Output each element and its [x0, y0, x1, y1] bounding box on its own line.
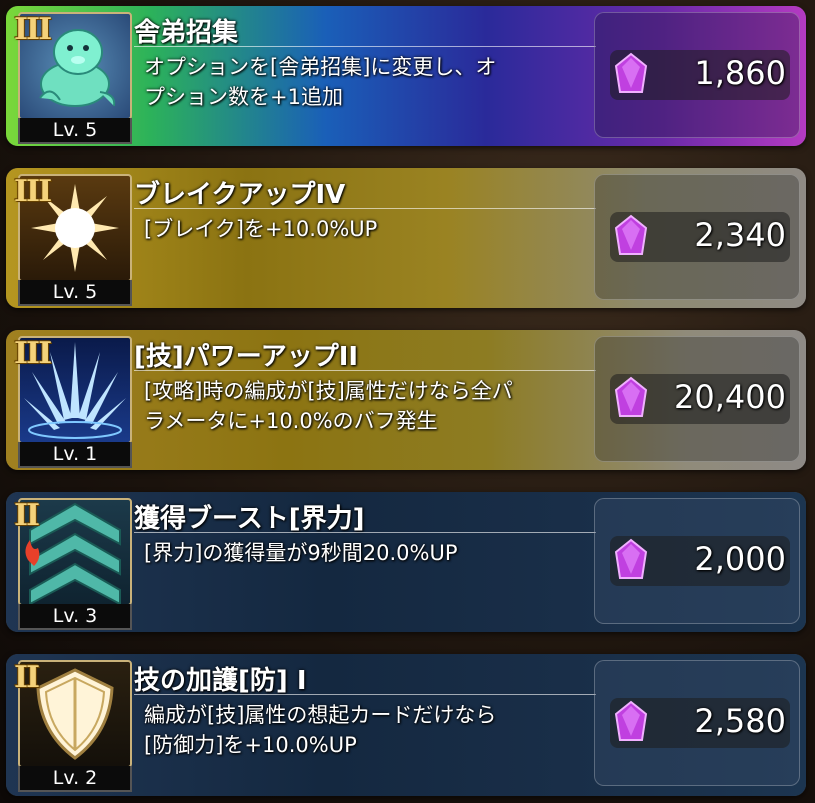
desc-line: [ブレイク]を+10.0%UP: [144, 217, 378, 241]
desc-line: ラメータに+10.0%のバフ発生: [144, 409, 438, 433]
divider: [134, 208, 596, 209]
desc-line: オプションを[舎弟招集]に変更し、オ: [144, 55, 497, 79]
desc-line: プション数を+1追加: [144, 85, 343, 109]
level-label: Lv. 5: [18, 280, 132, 306]
level-label: Lv. 2: [18, 766, 132, 792]
divider: [134, 370, 596, 371]
skill-title: ブレイクアップIV: [134, 180, 346, 210]
skill-description: 編成が[技]属性の想起カードだけなら [防御力]を+10.0%UP: [144, 700, 594, 760]
rank-badge: III: [14, 336, 52, 371]
skill-title: [技]パワーアップII: [134, 342, 359, 372]
cost-value: 2,580: [694, 702, 786, 740]
skill-card-3[interactable]: III Lv. 1 [技]パワーアップII [攻略]時の編成が[技]属性だけなら…: [6, 330, 806, 470]
skill-title: 舎弟招集: [134, 18, 239, 48]
skill-card-1[interactable]: III Lv. 5 舎弟招集 オプションを[舎弟招集]に変更し、オ プション数を…: [6, 6, 806, 146]
desc-line: [防御力]を+10.0%UP: [144, 733, 357, 757]
skill-description: [攻略]時の編成が[技]属性だけなら全パ ラメータに+10.0%のバフ発生: [144, 376, 594, 436]
gem-icon: [614, 214, 648, 255]
cost-value: 2,340: [694, 216, 786, 254]
divider: [134, 532, 596, 533]
gem-icon: [614, 538, 648, 579]
cost-value: 1,860: [694, 54, 786, 92]
level-label: Lv. 1: [18, 442, 132, 468]
skill-card-2[interactable]: III Lv. 5 ブレイクアップIV [ブレイク]を+10.0%UP 2,34…: [6, 168, 806, 308]
desc-line: 編成が[技]属性の想起カードだけなら: [144, 703, 497, 727]
gem-icon: [614, 700, 648, 741]
cost-value: 2,000: [694, 540, 786, 578]
skill-title: 獲得ブースト[界力]: [134, 504, 365, 534]
skill-description: オプションを[舎弟招集]に変更し、オ プション数を+1追加: [144, 52, 594, 112]
rank-badge: II: [14, 660, 40, 695]
rank-badge: III: [14, 12, 52, 47]
cost-value: 20,400: [674, 378, 786, 416]
skill-card-4[interactable]: II Lv. 3 獲得ブースト[界力] [界力]の獲得量が9秒間20.0%UP …: [6, 492, 806, 632]
desc-line: [界力]の獲得量が9秒間20.0%UP: [144, 541, 458, 565]
skill-card-5[interactable]: II Lv. 2 技の加護[防] I 編成が[技]属性の想起カードだけなら [防…: [6, 654, 806, 796]
level-label: Lv. 3: [18, 604, 132, 630]
desc-line: [攻略]時の編成が[技]属性だけなら全パ: [144, 379, 513, 403]
divider: [134, 694, 596, 695]
rank-badge: II: [14, 498, 40, 533]
level-label: Lv. 5: [18, 118, 132, 144]
rank-badge: III: [14, 174, 52, 209]
gem-icon: [614, 376, 648, 417]
skill-description: [界力]の獲得量が9秒間20.0%UP: [144, 538, 594, 568]
skill-title: 技の加護[防] I: [134, 666, 307, 696]
gem-icon: [614, 52, 648, 93]
skill-description: [ブレイク]を+10.0%UP: [144, 214, 594, 244]
divider: [134, 46, 596, 47]
